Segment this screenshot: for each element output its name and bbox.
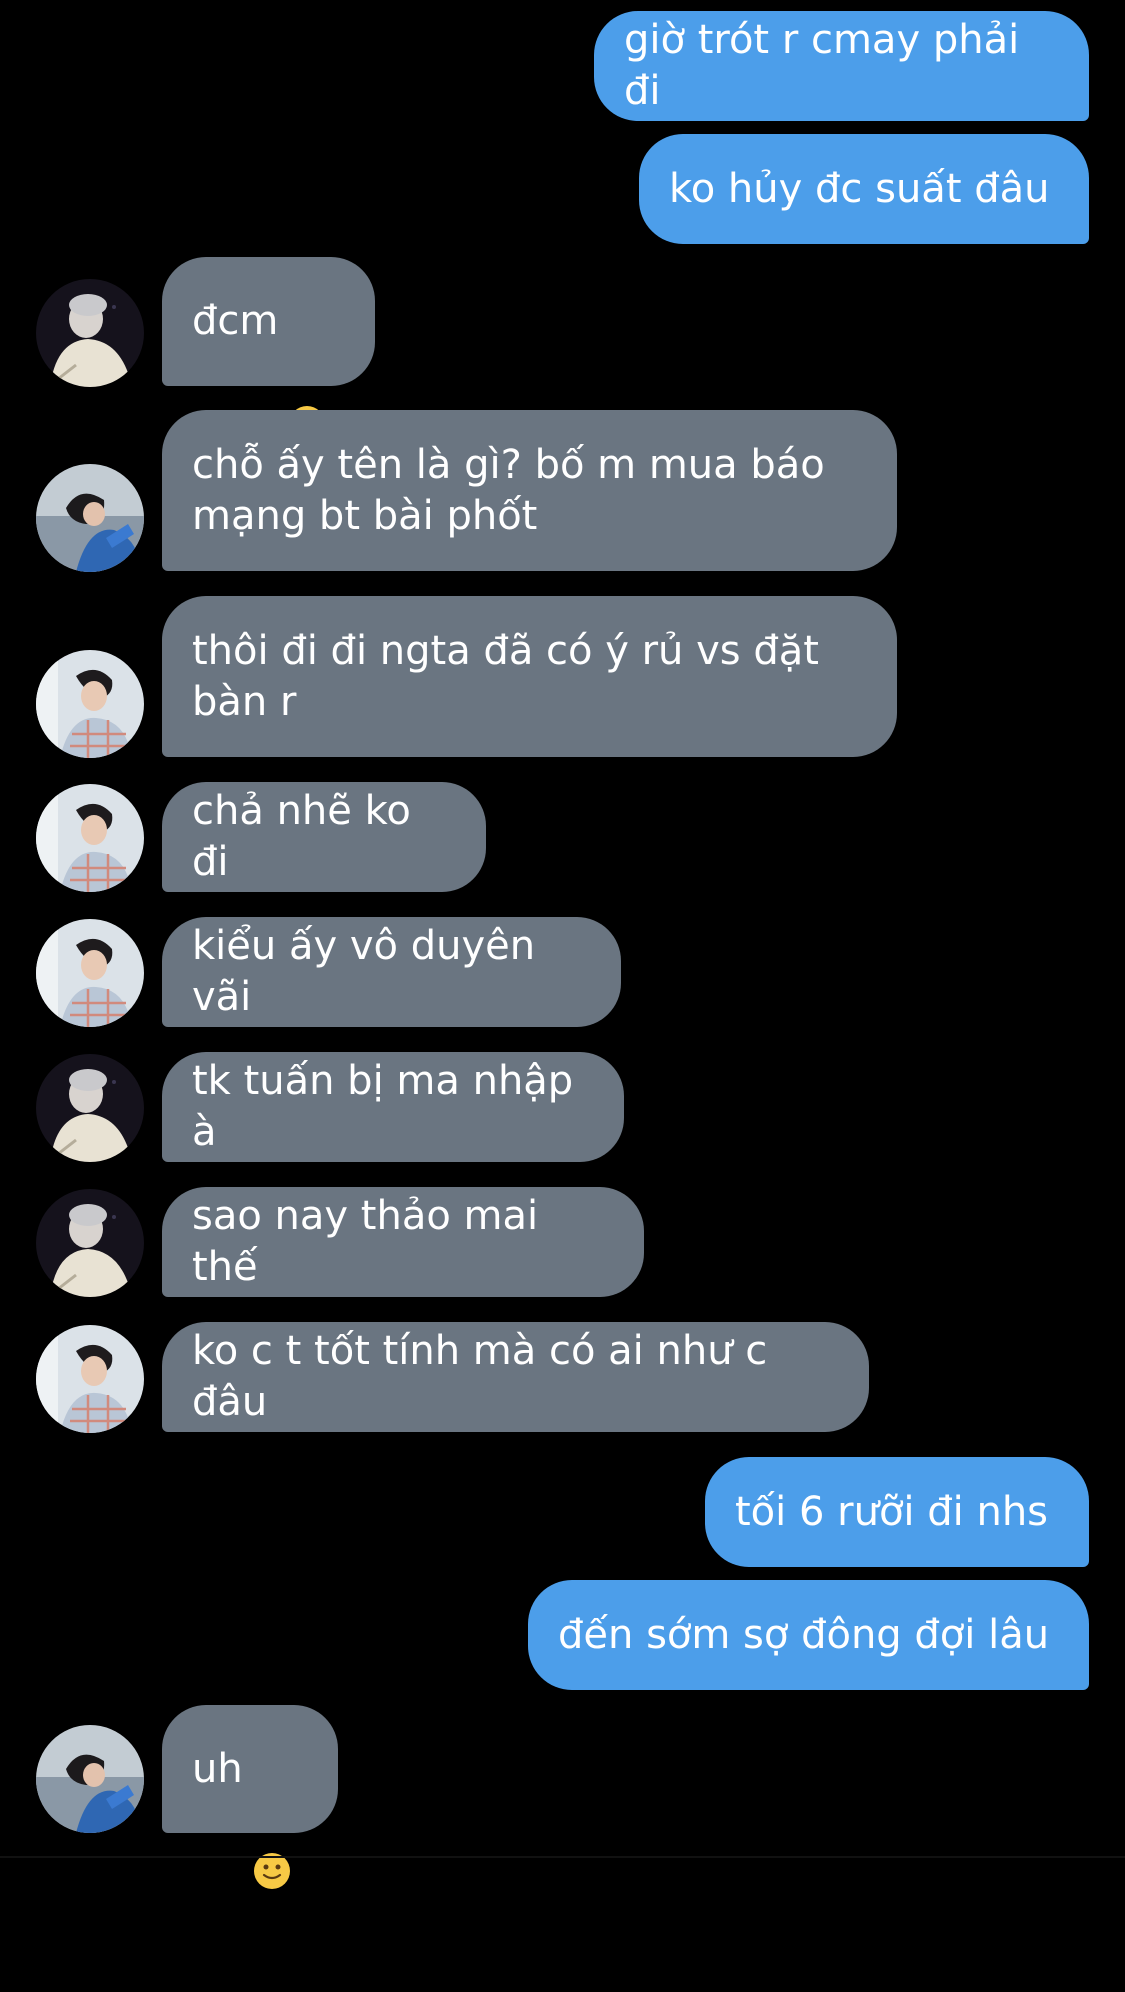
incoming-message-bubble[interactable]: ko c t tốt tính mà có ai như c đâu <box>162 1322 869 1432</box>
avatar-blue-jacket-sea[interactable] <box>36 464 144 572</box>
incoming-message-bubble[interactable]: tk tuấn bị ma nhập à <box>162 1052 624 1162</box>
message-text: tk tuấn bị ma nhập à <box>192 1058 586 1155</box>
message-text: chả nhẽ ko đi <box>192 788 424 885</box>
avatar-blue-jacket-sea[interactable] <box>36 1725 144 1833</box>
message-text: chỗ ấy tên là gì? bố m mua báo mạng bt b… <box>192 441 825 539</box>
message-text: tối 6 rưỡi đi nhs <box>735 1488 1049 1535</box>
message-text: kiểu ấy vô duyên vãi <box>192 923 548 1020</box>
avatar-blonde-hair[interactable] <box>36 1054 144 1162</box>
avatar-blonde-hair[interactable] <box>36 1189 144 1297</box>
message-text: ko c t tốt tính mà có ai như c đâu <box>192 1328 780 1425</box>
message-text: đcm <box>192 298 279 344</box>
incoming-message-bubble[interactable]: uh <box>162 1705 338 1889</box>
message-text: sao nay thảo mai thế <box>192 1193 551 1290</box>
incoming-message-bubble[interactable]: thôi đi đi ngta đã có ý rủ vs đặt bàn r <box>162 596 897 757</box>
avatar-dark-hair-plaid[interactable] <box>36 1325 144 1433</box>
avatar-dark-hair-plaid[interactable] <box>36 784 144 892</box>
avatar-dark-hair-plaid[interactable] <box>36 919 144 1027</box>
avatar-blonde-hair[interactable] <box>36 279 144 387</box>
message-text: đến sớm sợ đông đợi lâu <box>558 1611 1050 1658</box>
incoming-message-bubble[interactable]: sao nay thảo mai thế <box>162 1187 644 1297</box>
message-text: uh <box>192 1745 243 1792</box>
outgoing-message-bubble[interactable]: giờ trót r cmay phải đi <box>594 11 1089 121</box>
message-text: thôi đi đi ngta đã có ý rủ vs đặt bàn r <box>192 627 819 725</box>
chat-thread[interactable]: giờ trót r cmay phải đi ko hủy đc suất đ… <box>0 0 1125 1889</box>
message-text: ko hủy đc suất đâu <box>669 165 1050 212</box>
incoming-message-bubble[interactable]: kiểu ấy vô duyên vãi <box>162 917 621 1027</box>
incoming-message-bubble[interactable]: đcm <box>162 257 375 442</box>
incoming-message-bubble[interactable]: chả nhẽ ko đi <box>162 782 486 892</box>
outgoing-message-bubble[interactable]: ko hủy đc suất đâu <box>639 134 1089 244</box>
avatar-dark-hair-plaid[interactable] <box>36 650 144 758</box>
message-text: giờ trót r cmay phải đi <box>624 17 1032 114</box>
slightly-smiling-face-emoji <box>288 303 326 442</box>
slightly-smiling-face-emoji <box>253 1750 291 1889</box>
incoming-message-bubble[interactable]: chỗ ấy tên là gì? bố m mua báo mạng bt b… <box>162 410 897 571</box>
outgoing-message-bubble[interactable]: tối 6 rưỡi đi nhs <box>705 1457 1089 1567</box>
outgoing-message-bubble[interactable]: đến sớm sợ đông đợi lâu <box>528 1580 1089 1690</box>
